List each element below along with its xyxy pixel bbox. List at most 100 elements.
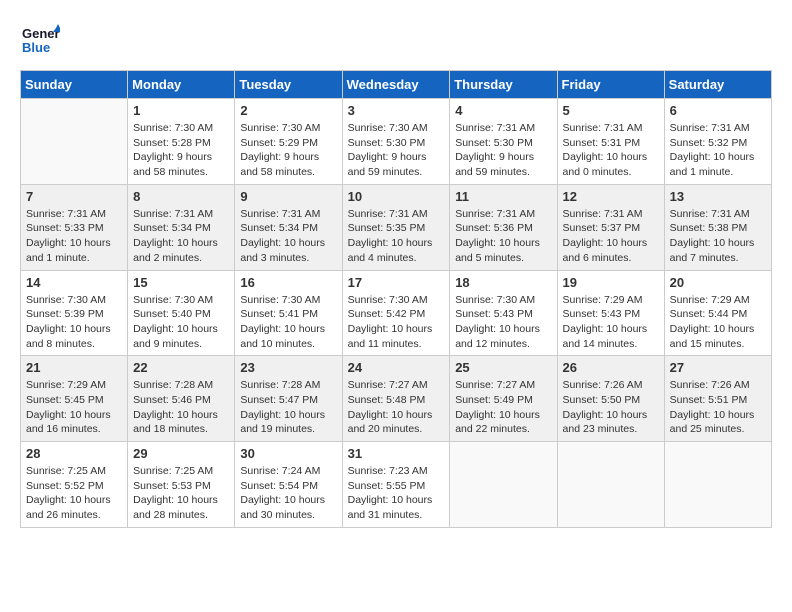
calendar-cell: 27 Sunrise: 7:26 AMSunset: 5:51 PMDayligh… <box>664 356 771 442</box>
calendar-cell: 6 Sunrise: 7:31 AMSunset: 5:32 PMDaylight… <box>664 99 771 185</box>
day-info: Sunrise: 7:30 AMSunset: 5:29 PMDaylight:… <box>240 121 336 180</box>
calendar-table: SundayMondayTuesdayWednesdayThursdayFrid… <box>20 70 772 528</box>
day-info: Sunrise: 7:26 AMSunset: 5:50 PMDaylight:… <box>563 378 659 437</box>
day-number: 15 <box>133 275 229 290</box>
day-info: Sunrise: 7:30 AMSunset: 5:40 PMDaylight:… <box>133 293 229 352</box>
day-number: 24 <box>348 360 445 375</box>
day-number: 7 <box>26 189 122 204</box>
day-info: Sunrise: 7:30 AMSunset: 5:28 PMDaylight:… <box>133 121 229 180</box>
calendar-cell: 30Sunrise: 7:24 AMSunset: 5:54 PMDayligh… <box>235 442 342 528</box>
calendar-cell: 4 Sunrise: 7:31 AMSunset: 5:30 PMDaylight… <box>450 99 557 185</box>
calendar-cell: 1 Sunrise: 7:30 AMSunset: 5:28 PMDaylight… <box>128 99 235 185</box>
calendar-cell: 8 Sunrise: 7:31 AMSunset: 5:34 PMDaylight… <box>128 184 235 270</box>
day-info: Sunrise: 7:30 AMSunset: 5:41 PMDaylight:… <box>240 293 336 352</box>
day-info: Sunrise: 7:31 AMSunset: 5:30 PMDaylight:… <box>455 121 551 180</box>
day-number: 4 <box>455 103 551 118</box>
day-number: 8 <box>133 189 229 204</box>
calendar-cell: 17 Sunrise: 7:30 AMSunset: 5:42 PMDayligh… <box>342 270 450 356</box>
calendar-cell: 3Sunrise: 7:30 AMSunset: 5:30 PMDaylight… <box>342 99 450 185</box>
calendar-cell: 12 Sunrise: 7:31 AMSunset: 5:37 PMDayligh… <box>557 184 664 270</box>
calendar-cell: 29 Sunrise: 7:25 AMSunset: 5:53 PMDayligh… <box>128 442 235 528</box>
day-number: 2 <box>240 103 336 118</box>
day-number: 14 <box>26 275 122 290</box>
day-info: Sunrise: 7:25 AMSunset: 5:53 PMDaylight:… <box>133 464 229 523</box>
col-header-saturday: Saturday <box>664 71 771 99</box>
day-number: 19 <box>563 275 659 290</box>
calendar-cell: 28 Sunrise: 7:25 AMSunset: 5:52 PMDayligh… <box>21 442 128 528</box>
day-number: 29 <box>133 446 229 461</box>
calendar-cell: 25 Sunrise: 7:27 AMSunset: 5:49 PMDayligh… <box>450 356 557 442</box>
day-info: Sunrise: 7:31 AMSunset: 5:35 PMDaylight:… <box>348 207 445 266</box>
day-info: Sunrise: 7:27 AMSunset: 5:49 PMDaylight:… <box>455 378 551 437</box>
calendar-cell: 20 Sunrise: 7:29 AMSunset: 5:44 PMDayligh… <box>664 270 771 356</box>
day-info: Sunrise: 7:26 AMSunset: 5:51 PMDaylight:… <box>670 378 766 437</box>
day-number: 26 <box>563 360 659 375</box>
calendar-cell <box>557 442 664 528</box>
day-info: Sunrise: 7:23 AMSunset: 5:55 PMDaylight:… <box>348 464 445 523</box>
day-number: 28 <box>26 446 122 461</box>
day-info: Sunrise: 7:31 AMSunset: 5:33 PMDaylight:… <box>26 207 122 266</box>
day-number: 23 <box>240 360 336 375</box>
logo: General Blue <box>20 20 66 60</box>
calendar-week-row: 14Sunrise: 7:30 AMSunset: 5:39 PMDayligh… <box>21 270 772 356</box>
day-info: Sunrise: 7:27 AMSunset: 5:48 PMDaylight:… <box>348 378 445 437</box>
day-info: Sunrise: 7:29 AMSunset: 5:45 PMDaylight:… <box>26 378 122 437</box>
calendar-cell: 24 Sunrise: 7:27 AMSunset: 5:48 PMDayligh… <box>342 356 450 442</box>
calendar-week-row: 7 Sunrise: 7:31 AMSunset: 5:33 PMDaylight… <box>21 184 772 270</box>
day-number: 17 <box>348 275 445 290</box>
calendar-cell: 31 Sunrise: 7:23 AMSunset: 5:55 PMDayligh… <box>342 442 450 528</box>
day-number: 22 <box>133 360 229 375</box>
calendar-cell: 2 Sunrise: 7:30 AMSunset: 5:29 PMDaylight… <box>235 99 342 185</box>
day-number: 5 <box>563 103 659 118</box>
calendar-cell: 9 Sunrise: 7:31 AMSunset: 5:34 PMDaylight… <box>235 184 342 270</box>
day-number: 31 <box>348 446 445 461</box>
day-info: Sunrise: 7:31 AMSunset: 5:38 PMDaylight:… <box>670 207 766 266</box>
calendar-cell: 10 Sunrise: 7:31 AMSunset: 5:35 PMDayligh… <box>342 184 450 270</box>
day-info: Sunrise: 7:31 AMSunset: 5:34 PMDaylight:… <box>240 207 336 266</box>
day-number: 12 <box>563 189 659 204</box>
calendar-cell: 15 Sunrise: 7:30 AMSunset: 5:40 PMDayligh… <box>128 270 235 356</box>
col-header-sunday: Sunday <box>21 71 128 99</box>
day-number: 13 <box>670 189 766 204</box>
calendar-cell: 23Sunrise: 7:28 AMSunset: 5:47 PMDayligh… <box>235 356 342 442</box>
day-number: 3 <box>348 103 445 118</box>
day-info: Sunrise: 7:31 AMSunset: 5:32 PMDaylight:… <box>670 121 766 180</box>
calendar-week-row: 1 Sunrise: 7:30 AMSunset: 5:28 PMDaylight… <box>21 99 772 185</box>
day-info: Sunrise: 7:30 AMSunset: 5:42 PMDaylight:… <box>348 293 445 352</box>
day-info: Sunrise: 7:30 AMSunset: 5:43 PMDaylight:… <box>455 293 551 352</box>
calendar-cell: 21Sunrise: 7:29 AMSunset: 5:45 PMDayligh… <box>21 356 128 442</box>
day-info: Sunrise: 7:31 AMSunset: 5:37 PMDaylight:… <box>563 207 659 266</box>
col-header-tuesday: Tuesday <box>235 71 342 99</box>
calendar-cell: 7 Sunrise: 7:31 AMSunset: 5:33 PMDaylight… <box>21 184 128 270</box>
calendar-header-row: SundayMondayTuesdayWednesdayThursdayFrid… <box>21 71 772 99</box>
calendar-cell: 11 Sunrise: 7:31 AMSunset: 5:36 PMDayligh… <box>450 184 557 270</box>
col-header-wednesday: Wednesday <box>342 71 450 99</box>
day-info: Sunrise: 7:31 AMSunset: 5:36 PMDaylight:… <box>455 207 551 266</box>
day-number: 10 <box>348 189 445 204</box>
day-info: Sunrise: 7:28 AMSunset: 5:46 PMDaylight:… <box>133 378 229 437</box>
page-header: General Blue <box>20 20 772 60</box>
day-number: 18 <box>455 275 551 290</box>
day-info: Sunrise: 7:25 AMSunset: 5:52 PMDaylight:… <box>26 464 122 523</box>
day-number: 11 <box>455 189 551 204</box>
calendar-cell: 19Sunrise: 7:29 AMSunset: 5:43 PMDayligh… <box>557 270 664 356</box>
day-info: Sunrise: 7:29 AMSunset: 5:44 PMDaylight:… <box>670 293 766 352</box>
calendar-cell <box>21 99 128 185</box>
day-number: 9 <box>240 189 336 204</box>
day-info: Sunrise: 7:24 AMSunset: 5:54 PMDaylight:… <box>240 464 336 523</box>
day-number: 27 <box>670 360 766 375</box>
day-number: 16 <box>240 275 336 290</box>
calendar-cell: 26 Sunrise: 7:26 AMSunset: 5:50 PMDayligh… <box>557 356 664 442</box>
day-number: 6 <box>670 103 766 118</box>
day-number: 25 <box>455 360 551 375</box>
day-number: 1 <box>133 103 229 118</box>
day-info: Sunrise: 7:31 AMSunset: 5:31 PMDaylight:… <box>563 121 659 180</box>
calendar-cell: 18 Sunrise: 7:30 AMSunset: 5:43 PMDayligh… <box>450 270 557 356</box>
svg-text:General: General <box>22 26 60 41</box>
calendar-cell <box>664 442 771 528</box>
day-info: Sunrise: 7:31 AMSunset: 5:34 PMDaylight:… <box>133 207 229 266</box>
col-header-monday: Monday <box>128 71 235 99</box>
day-number: 20 <box>670 275 766 290</box>
col-header-friday: Friday <box>557 71 664 99</box>
calendar-cell: 13 Sunrise: 7:31 AMSunset: 5:38 PMDayligh… <box>664 184 771 270</box>
